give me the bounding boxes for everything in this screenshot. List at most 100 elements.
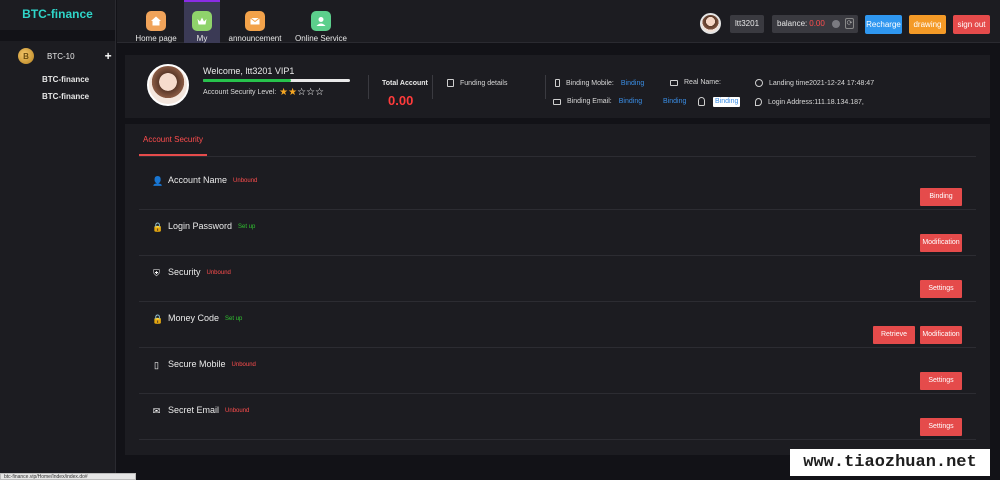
security-row-secret-email: ✉ Secret Email Unbound Settings [139,394,976,440]
nav-home-label: Home page [135,34,177,43]
divider [545,75,546,99]
nav-my[interactable]: My [184,0,220,43]
service-icon [311,11,331,31]
binding-email-link[interactable]: Binding [619,98,642,105]
location-icon [755,98,762,106]
recharge-button[interactable]: Recharge [865,15,902,34]
binding-mobile-link[interactable]: Binding [621,80,644,87]
status-badge: Set up [238,224,256,230]
nav-announcement[interactable]: announcement [226,0,284,43]
star-icon: ☆ [297,87,307,98]
tab-underline [139,156,976,157]
sign-out-button[interactable]: sign out [953,15,990,34]
security-row-money-code: 🔒 Money Code Set up Retrieve Modification [139,302,976,348]
binding-email-label: Binding Email: [567,98,612,105]
sidebar-subitem[interactable]: BTC-finance [0,71,115,88]
star-icon: ☆ [315,87,324,98]
status-badge: Unbound [233,178,258,184]
security-stars: ★★☆☆☆ [279,87,324,98]
funding-details-label: Funding details [460,79,508,87]
drawing-button[interactable]: drawing [909,15,946,34]
username-badge[interactable]: ltt3201 [730,15,765,33]
settings-button[interactable]: Settings [920,418,962,436]
retrieve-button[interactable]: Retrieve [873,326,915,344]
modification-button[interactable]: Modification [920,234,962,252]
plus-icon[interactable]: + [105,50,112,62]
balance-display: balance: 0.00 ⟳ [772,15,858,33]
funding-details-link[interactable]: Funding details [447,79,507,87]
divider [432,75,433,99]
email-icon [553,98,561,105]
qq-icon [698,97,705,106]
landing-time: Landing time2021-12-24 17:48:47 [755,79,874,87]
sidebar-subitem[interactable]: BTC-finance [0,88,115,105]
user-icon: 👤 [152,176,164,186]
watermark: www.tiaozhuan.net [790,449,990,476]
top-navigation: Home page My announcement Online Service… [117,0,1000,43]
total-account-label: Total Account [382,80,428,87]
status-badge: Unbound [231,362,256,368]
account-security-panel: Account Security 👤 Account Name Unbound B… [125,124,990,455]
real-name: Real Name: [670,79,721,86]
profile-panel: Welcome, ltt3201 VIP1 Account Security L… [125,55,990,118]
security-level-label: Account Security Level: [203,89,277,96]
security-row-account-name: 👤 Account Name Unbound Binding [139,164,976,210]
tab-account-security[interactable]: Account Security [139,124,207,156]
login-address-text: Login Address:111.18.134.187, [768,98,864,106]
security-row-login-password: 🔒 Login Password Set up Modification [139,210,976,256]
home-icon [146,11,166,31]
star-icon: ★ [279,87,289,98]
clock-icon [755,79,763,87]
nav-home[interactable]: Home page [130,0,182,43]
login-address: Login Address:111.18.134.187, [755,98,864,106]
star-icon: ★ [288,87,298,98]
avatar[interactable] [700,13,721,34]
row-title: Secret Email [168,405,220,415]
row-title: Security [168,267,201,277]
star-icon: ☆ [306,87,316,98]
row-title: Money Code [168,313,220,323]
nav-announcement-label: announcement [228,34,282,43]
landing-time-text: Landing time2021-12-24 17:48:47 [769,79,875,87]
id-card-icon [670,79,678,86]
settings-button[interactable]: Settings [920,280,962,298]
refresh-icon[interactable]: ⟳ [845,18,854,29]
modification-button[interactable]: Modification [920,326,962,344]
binding-button[interactable]: Binding [920,188,962,206]
crown-icon [192,11,212,31]
binding-mobile-label: Binding Mobile: [566,79,614,87]
status-badge: Set up [225,316,243,322]
mobile-icon [555,79,560,87]
nav-online-service[interactable]: Online Service [291,0,351,43]
total-account-value: 0.00 [388,93,414,108]
nav-online-service-label: Online Service [294,34,348,43]
security-progress [203,79,350,82]
security-row-security: ⛨ Security Unbound Settings [139,256,976,302]
real-name-label: Real Name: [684,79,721,86]
sidebar-coin-label: BTC-10 [47,51,75,61]
welcome-text: Welcome, ltt3201 VIP1 [203,66,295,76]
real-name-binding-link[interactable]: Binding [663,98,686,105]
divider [368,75,369,99]
nav-my-label: My [196,34,208,43]
balance-label: balance: [777,19,808,28]
brand-logo[interactable]: BTC-finance [0,0,115,30]
eye-icon[interactable] [832,20,840,28]
browser-status-bar: btc-finance.vip/Home/Index/index.do# [0,473,136,480]
sidebar-item-coin[interactable]: B BTC-10 + [0,41,115,71]
profile-avatar [147,64,189,106]
sidebar-divider [0,30,115,41]
shield-icon: ⛨ [153,268,160,278]
mobile-icon: ▯ [154,360,159,370]
status-badge: Unbound [225,408,250,414]
security-row-secure-mobile: ▯ Secure Mobile Unbound Settings [139,348,976,394]
status-badge: Unbound [206,270,231,276]
bitcoin-icon: B [18,48,34,64]
sidebar: BTC-finance B BTC-10 + BTC-finance BTC-f… [0,0,116,480]
security-progress-fill [203,79,292,82]
qq-binding-button[interactable]: Binding [713,97,741,107]
settings-button[interactable]: Settings [920,372,962,390]
security-level: Account Security Level: ★★☆☆☆ [203,87,324,98]
row-title: Login Password [168,221,233,231]
binding-email: Binding Email: Binding [553,98,642,105]
